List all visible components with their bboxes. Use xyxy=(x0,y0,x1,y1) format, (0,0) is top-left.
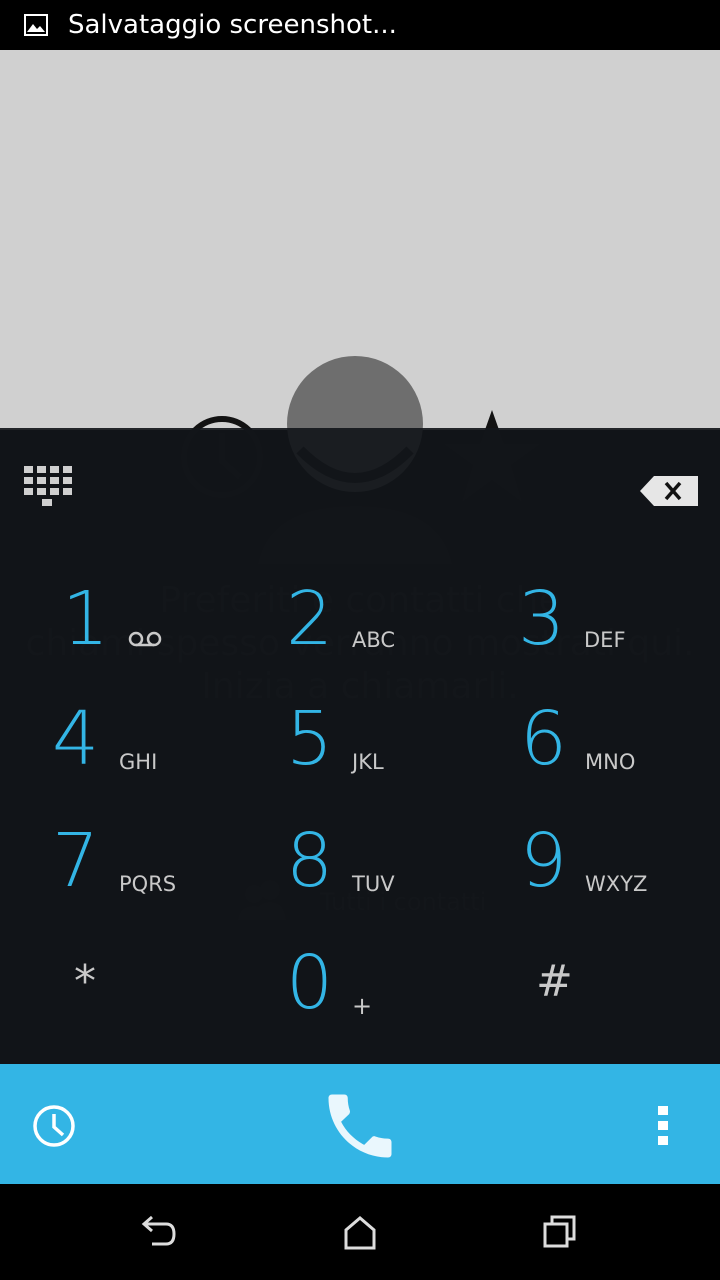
key-star[interactable]: * xyxy=(0,934,240,1054)
navigation-bar xyxy=(0,1184,720,1280)
image-icon xyxy=(24,14,48,36)
key-9[interactable]: 9 WXYZ xyxy=(480,812,720,932)
recents-icon[interactable] xyxy=(542,1214,578,1250)
phone-icon[interactable] xyxy=(318,1084,402,1168)
favorites-background xyxy=(0,50,720,430)
dialpad-grid-icon[interactable] xyxy=(24,466,72,514)
backspace-icon[interactable] xyxy=(640,476,698,506)
key-0[interactable]: 0 + xyxy=(240,934,480,1054)
key-4[interactable]: 4 GHI xyxy=(0,690,240,810)
more-vert-icon[interactable] xyxy=(656,1106,670,1146)
back-icon[interactable] xyxy=(140,1214,180,1248)
key-7[interactable]: 7 PQRS xyxy=(0,812,240,932)
key-1[interactable]: 1 xyxy=(0,568,240,688)
notification-text: Salvataggio screenshot... xyxy=(68,10,397,40)
status-bar: Salvataggio screenshot... xyxy=(0,0,720,50)
key-8[interactable]: 8 TUV xyxy=(240,812,480,932)
key-6[interactable]: 6 MNO xyxy=(480,690,720,810)
home-icon[interactable] xyxy=(342,1214,378,1250)
key-3[interactable]: 3 DEF xyxy=(480,568,720,688)
key-2[interactable]: 2 ABC xyxy=(240,568,480,688)
dialer-action-bar xyxy=(0,1064,720,1184)
voicemail-icon xyxy=(128,631,162,647)
dialpad: 1 2 ABC 3 DEF 4 GHI 5 JKL 6 MNO 7 PQRS 8… xyxy=(0,428,720,1064)
key-hash[interactable]: # xyxy=(480,934,720,1054)
clock-icon[interactable] xyxy=(32,1104,76,1148)
key-5[interactable]: 5 JKL xyxy=(240,690,480,810)
